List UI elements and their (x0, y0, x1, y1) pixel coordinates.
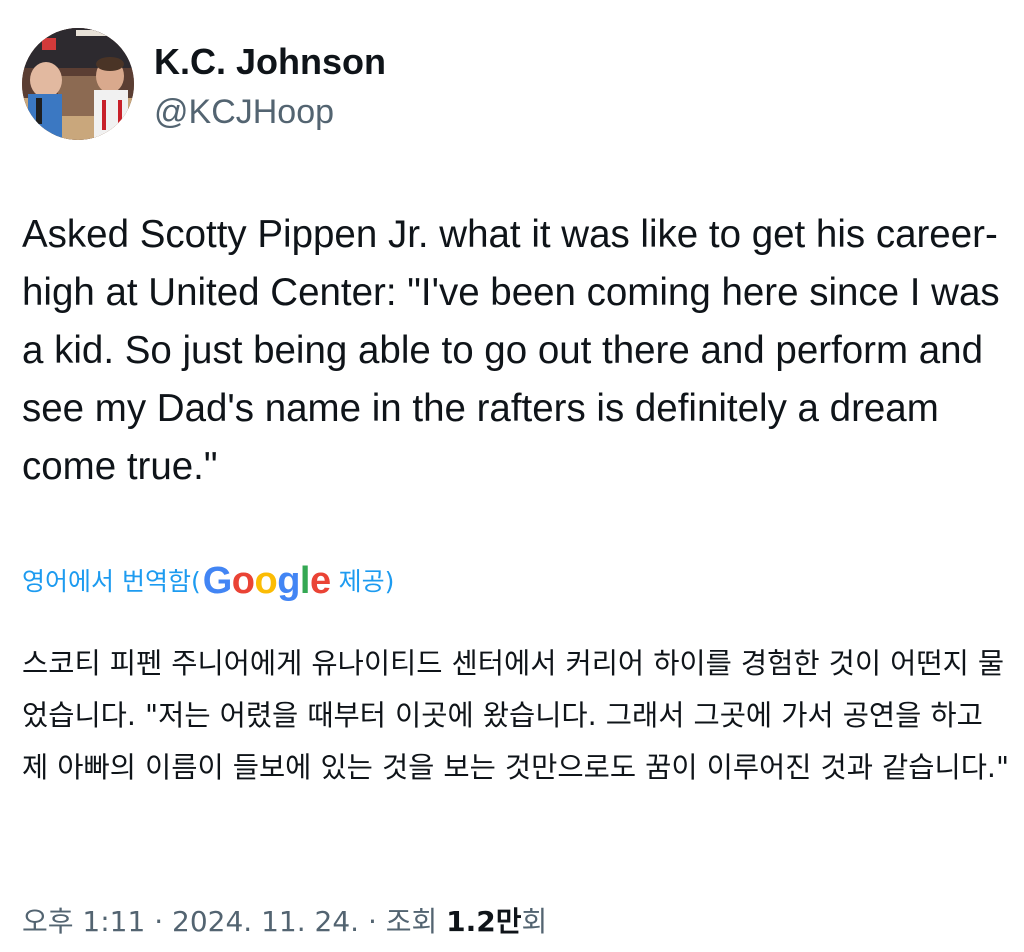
avatar[interactable] (22, 28, 134, 140)
meta-separator: · (145, 905, 173, 938)
tweet-metadata: 오후 1:11 · 2024. 11. 24. · 조회 1.2만회 (22, 900, 547, 944)
tweet-date[interactable]: 2024. 11. 24. (172, 905, 359, 938)
tweet-time[interactable]: 오후 1:11 (22, 905, 145, 938)
user-handle[interactable]: @KCJHoop (154, 92, 386, 132)
views-count: 1.2만 (446, 905, 522, 938)
translation-attribution[interactable]: 영어에서 번역함( Google 제공) (22, 556, 394, 604)
translated-text: 스코티 피펜 주니어에게 유나이티드 센터에서 커리어 하이를 경험한 것이 어… (22, 647, 1010, 784)
tweet-text: Asked Scotty Pippen Jr. what it was like… (22, 213, 1000, 488)
avatar-photo (22, 28, 134, 140)
google-logo: Google (202, 559, 331, 602)
display-name[interactable]: K.C. Johnson (154, 42, 386, 82)
author-names: K.C. Johnson @KCJHoop (154, 42, 386, 132)
views-suffix: 회 (521, 905, 548, 938)
translation-provider-suffix: 제공) (338, 567, 395, 596)
views-label: 조회 (385, 905, 447, 938)
translation-label: 영어에서 번역함( (22, 567, 201, 596)
meta-separator: · (359, 905, 386, 938)
tweet-header: K.C. Johnson @KCJHoop (22, 28, 386, 140)
